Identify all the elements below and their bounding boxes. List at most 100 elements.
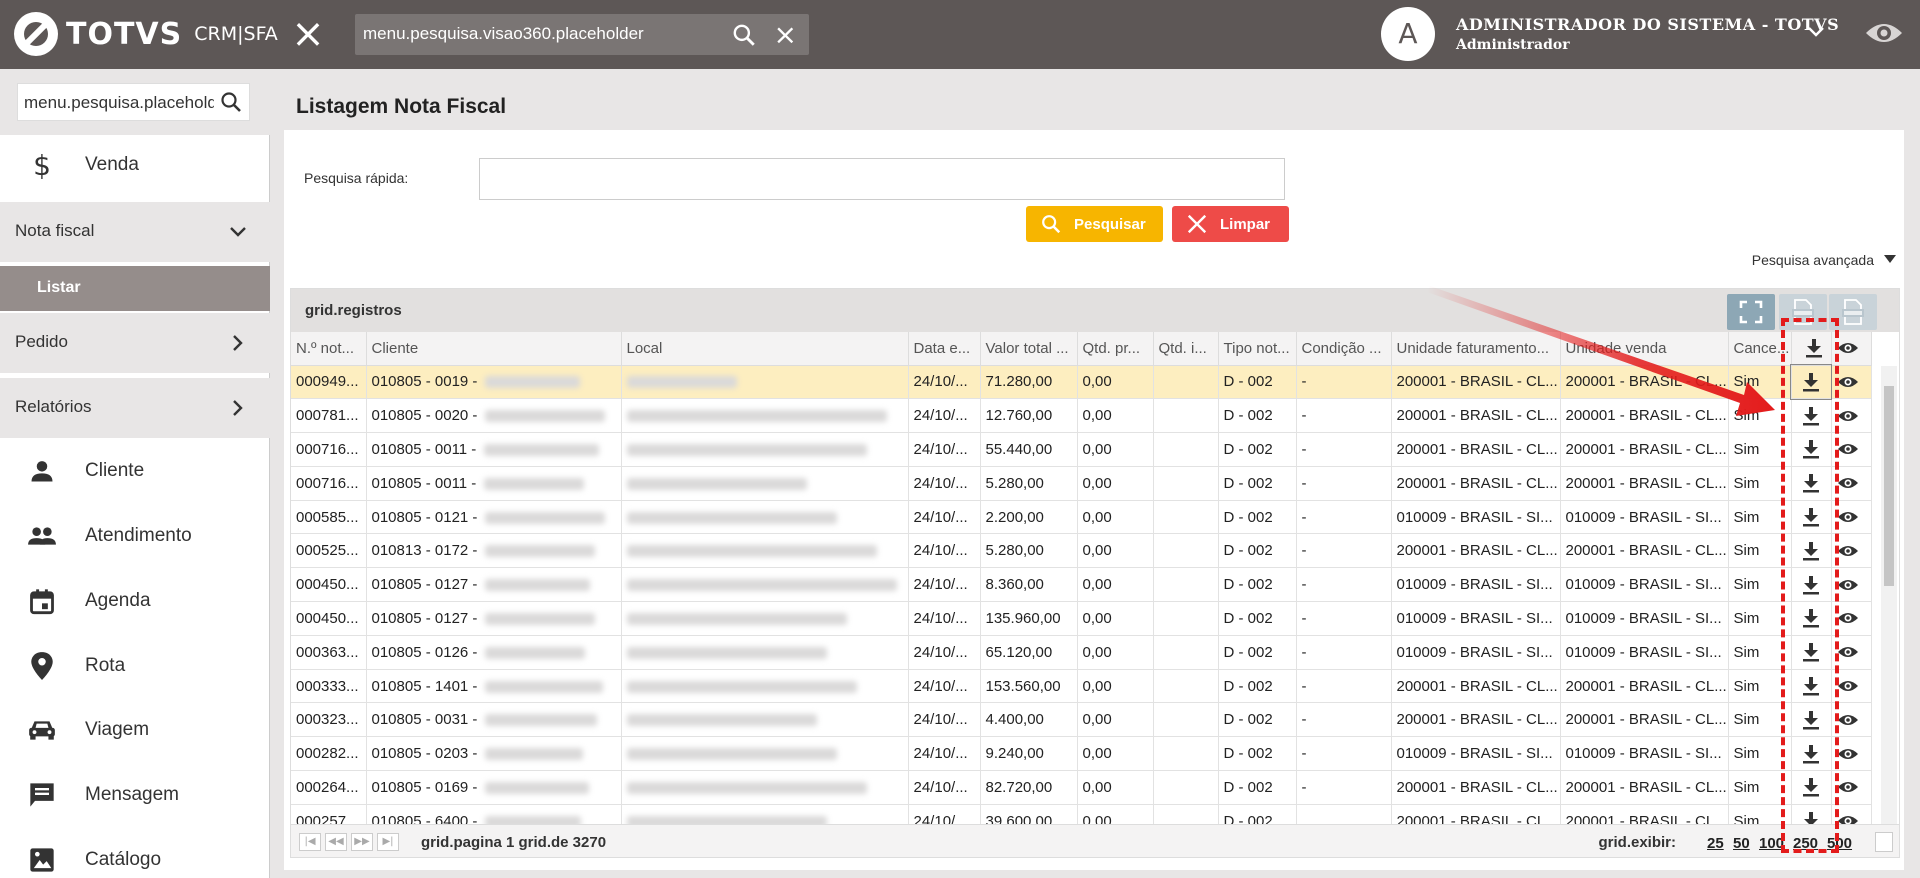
caret-down-icon[interactable] [1884, 254, 1896, 264]
table-cell: - [1296, 567, 1392, 603]
eye-icon[interactable] [1864, 18, 1904, 48]
column-header[interactable]: Condição ... [1296, 332, 1392, 366]
close-menu-icon[interactable]: × [290, 14, 326, 54]
table-cell [621, 770, 909, 805]
table-cell: D - 002 [1218, 669, 1297, 704]
sidebar-item-viagem[interactable]: Viagem [0, 700, 270, 760]
sidebar-item-listar[interactable]: Listar [0, 266, 270, 311]
redacted-text [485, 376, 581, 389]
advanced-search-link[interactable]: Pesquisa avançada [1752, 252, 1874, 268]
table-row[interactable]: 000333... 010805 - 1401 - 24/10/... 153.560… [291, 669, 1872, 704]
column-header[interactable]: Local [621, 332, 909, 366]
user-name: ADMINISTRADOR DO SISTEMA - TOTVS [1456, 15, 1840, 34]
eye-icon[interactable] [1837, 712, 1859, 728]
sidebar-group-relatorios[interactable]: Relatórios [0, 378, 270, 438]
table-row[interactable]: 000282... 010805 - 0203 - 24/10/... 9.240,0… [291, 736, 1872, 772]
eye-icon[interactable] [1837, 408, 1859, 424]
column-header[interactable]: Cliente [366, 332, 622, 366]
column-header[interactable]: Tipo not... [1218, 332, 1297, 366]
column-header[interactable]: Qtd. pr... [1077, 332, 1154, 366]
prev-page-button[interactable]: ◀◀ [325, 833, 347, 851]
table-cell [621, 567, 909, 603]
page-size-option[interactable]: 25 [1707, 835, 1724, 852]
sidebar-search-input[interactable]: menu.pesquisa.placeholder [17, 83, 250, 121]
person-icon [31, 461, 53, 482]
table-row[interactable]: 000716... 010805 - 0011 - 24/10/... 5.280,0… [291, 466, 1872, 501]
sidebar-item-mensagem[interactable]: Mensagem [0, 765, 270, 825]
table-cell: 000949... [291, 365, 367, 400]
table-cell: 9.240,00 [980, 736, 1078, 772]
sidebar-item-atendimento[interactable]: Atendimento [0, 506, 270, 566]
fullscreen-button[interactable] [1727, 294, 1775, 330]
top-bar: TOTVS CRM|SFA × menu.pesquisa.visao360.p… [0, 0, 1920, 69]
redacted-text [626, 613, 847, 625]
column-header[interactable]: Qtd. i... [1153, 332, 1219, 366]
table-cell: D - 002 [1218, 500, 1297, 535]
scrollbar-thumb[interactable] [1884, 386, 1894, 586]
last-page-button[interactable]: ▶| [377, 833, 399, 851]
table-cell: 200001 - BRASIL - CL... [1391, 398, 1561, 434]
sidebar-item-cliente[interactable]: Cliente [0, 441, 270, 501]
column-header[interactable]: Unidade faturamento... [1391, 332, 1561, 366]
cell-text: 010805 - 0169 - [371, 778, 478, 796]
sidebar-item-agenda[interactable]: Agenda [0, 571, 270, 631]
first-page-button[interactable]: |◀ [299, 833, 321, 851]
eye-icon[interactable] [1837, 610, 1859, 626]
column-header[interactable]: N.º not... [291, 332, 367, 366]
column-header[interactable]: Data e... [908, 332, 981, 366]
table-row[interactable]: 000781... 010805 - 0020 - 24/10/... 12.760,… [291, 398, 1872, 434]
search-icon[interactable] [219, 90, 243, 114]
table-row[interactable]: 000949... 010805 - 0019 - 24/10/... 71.280,… [291, 364, 1872, 400]
search-button[interactable]: Pesquisar [1026, 206, 1163, 242]
table-row[interactable]: 000264... 010805 - 0169 - 24/10/... 82.720,… [291, 770, 1872, 805]
table-cell: 200001 - BRASIL - CL... [1391, 466, 1561, 501]
eye-icon[interactable] [1837, 543, 1859, 559]
page-size-option[interactable]: 50 [1733, 835, 1750, 852]
eye-icon[interactable] [1837, 746, 1859, 762]
sidebar-group-pedido[interactable]: Pedido [0, 313, 270, 373]
lightbulb-icon[interactable] [1875, 832, 1893, 852]
grid-scrollbar[interactable] [1881, 366, 1897, 826]
global-search-input[interactable]: menu.pesquisa.visao360.placeholder × [355, 14, 809, 55]
table-row[interactable]: 000585... 010805 - 0121 - 24/10/... 2.200,0… [291, 500, 1872, 535]
sidebar-group-nota-fiscal[interactable]: Nota fiscal [0, 202, 270, 262]
eye-icon[interactable] [1837, 509, 1859, 525]
redacted-text [485, 511, 606, 524]
sidebar-item-label: Rota [85, 655, 126, 676]
totvs-logo-icon [14, 12, 58, 56]
table-cell: 000450... [291, 601, 367, 636]
annotation-highlight-box [1781, 318, 1839, 853]
chevron-down-icon[interactable] [1806, 22, 1826, 42]
eye-icon[interactable] [1837, 577, 1859, 593]
sidebar-item-venda[interactable]: $ Venda [0, 135, 270, 195]
table-cell: 200001 - BRASIL - CL... [1560, 398, 1729, 434]
table-row[interactable]: 000450... 010805 - 0127 - 24/10/... 135.960… [291, 601, 1872, 636]
table-cell: 200001 - BRASIL - CL... [1560, 466, 1729, 501]
table-cell: D - 002 [1218, 533, 1297, 569]
avatar[interactable]: A [1381, 7, 1435, 61]
clear-search-icon[interactable]: × [774, 18, 797, 51]
eye-icon[interactable] [1837, 678, 1859, 694]
sidebar-item-catalogo[interactable]: Catálogo [0, 830, 270, 878]
sidebar-item-rota[interactable]: Rota [0, 636, 270, 696]
next-page-button[interactable]: ▶▶ [351, 833, 373, 851]
table-row[interactable]: 000323... 010805 - 0031 - 24/10/... 4.400,0… [291, 702, 1872, 738]
table-row[interactable]: 000525... 010813 - 0172 - 24/10/... 5.280,0… [291, 533, 1872, 569]
column-header[interactable]: Unidade venda [1560, 332, 1729, 366]
eye-icon[interactable] [1837, 374, 1859, 390]
eye-icon[interactable] [1837, 779, 1859, 795]
quick-search-input[interactable] [479, 158, 1285, 200]
table-cell: 200001 - BRASIL - CL... [1560, 365, 1729, 400]
eye-icon[interactable] [1837, 644, 1859, 660]
search-icon[interactable] [731, 22, 757, 48]
eye-icon[interactable] [1837, 475, 1859, 491]
table-cell: 010805 - 0127 - [366, 601, 622, 636]
eye-icon[interactable] [1837, 441, 1859, 457]
table-row[interactable]: 000716... 010805 - 0011 - 24/10/... 55.440,… [291, 432, 1872, 467]
table-row[interactable]: 000450... 010805 - 0127 - 24/10/... 8.360,0… [291, 567, 1872, 603]
logo[interactable]: TOTVS CRM|SFA [14, 12, 278, 56]
column-header[interactable]: Valor total ... [980, 332, 1078, 366]
clear-button[interactable]: Limpar [1172, 206, 1289, 242]
table-row[interactable]: 000363... 010805 - 0126 - 24/10/... 65.120,… [291, 635, 1872, 670]
table-cell: 010009 - BRASIL - SI... [1560, 500, 1729, 535]
